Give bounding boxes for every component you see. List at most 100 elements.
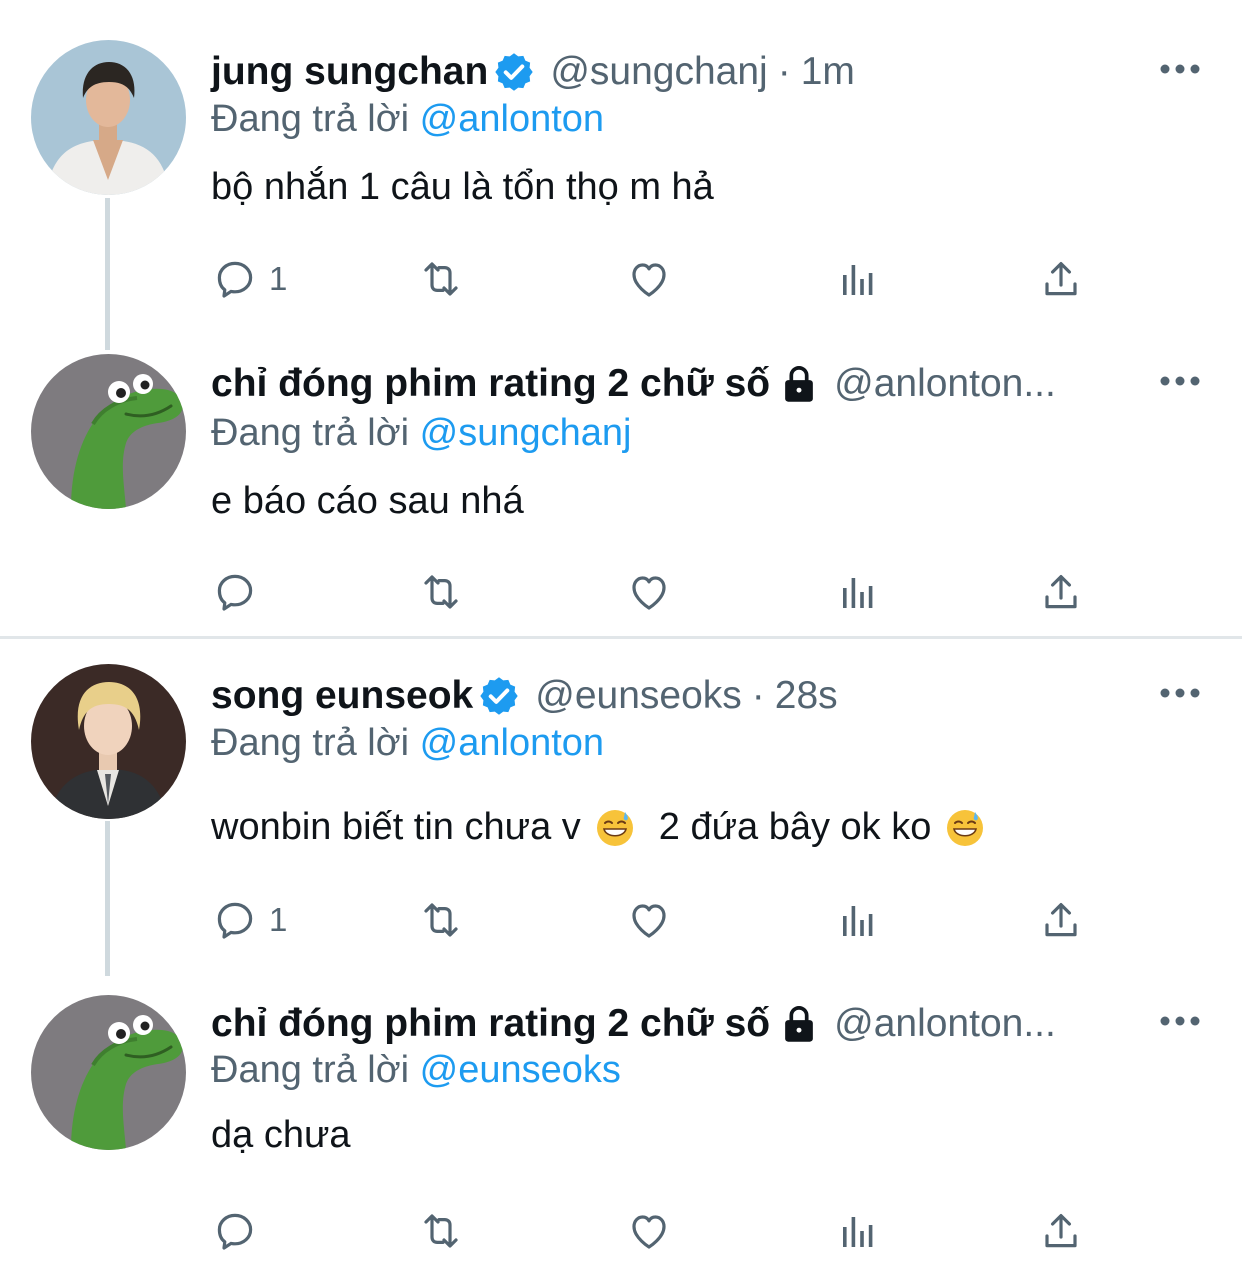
replying-prefix: Đang trả lời	[211, 98, 410, 140]
like-icon	[625, 896, 673, 944]
tweet[interactable]: jung sungchan @sungchanj · 1m Đang trả l…	[0, 0, 1242, 336]
reply-icon	[211, 568, 259, 616]
reply-icon	[211, 1207, 259, 1255]
timestamp[interactable]: 28s	[775, 674, 838, 718]
like-button[interactable]	[625, 895, 673, 945]
tweet[interactable]: chỉ đóng phim rating 2 chữ số @anlonton.…	[0, 976, 1242, 1281]
handle[interactable]: @sungchanj	[550, 50, 767, 94]
retweet-button[interactable]	[417, 895, 465, 945]
display-name[interactable]: chỉ đóng phim rating 2 chữ số	[211, 1002, 770, 1046]
avatar-image	[31, 995, 186, 1150]
verified-badge-icon	[492, 50, 536, 94]
like-button[interactable]	[625, 567, 673, 617]
tweet-text-part: wonbin biết tin chưa v	[211, 806, 581, 848]
reply-button[interactable]: 1	[211, 254, 287, 304]
grinning-sweat-emoji-icon	[595, 808, 635, 848]
tweet-text: dạ chưa	[211, 1114, 351, 1156]
like-button[interactable]	[625, 254, 673, 304]
like-icon	[625, 568, 673, 616]
views-icon	[833, 568, 881, 616]
handle[interactable]: @anlonton...	[834, 1002, 1074, 1046]
views-button[interactable]	[833, 567, 881, 617]
avatar[interactable]	[31, 354, 186, 509]
verified-badge-icon	[477, 674, 521, 718]
separator: ·	[751, 674, 765, 717]
reply-icon	[211, 896, 259, 944]
action-bar: 1	[211, 895, 1111, 945]
retweet-button[interactable]	[417, 254, 465, 304]
mention-link[interactable]: @sungchanj	[420, 412, 632, 454]
mention-link[interactable]: @eunseoks	[420, 1049, 621, 1091]
avatar-image	[31, 664, 186, 819]
share-button[interactable]	[1037, 567, 1085, 617]
share-button[interactable]	[1037, 254, 1085, 304]
display-name[interactable]: chỉ đóng phim rating 2 chữ số	[211, 362, 770, 406]
thread-2: song eunseok @eunseoks · 28s Đang trả lờ…	[0, 639, 1242, 1281]
handle[interactable]: @eunseoks	[535, 674, 742, 718]
views-icon	[833, 1207, 881, 1255]
more-icon[interactable]	[1158, 686, 1202, 700]
lock-icon	[780, 1004, 818, 1044]
tweet-text: bộ nhắn 1 câu là tổn thọ m hả	[211, 166, 714, 208]
replying-to: Đang trả lời @sungchanj	[211, 412, 632, 455]
reply-icon	[211, 255, 259, 303]
tweet-header: chỉ đóng phim rating 2 chữ số @anlonton.…	[211, 359, 1074, 409]
reply-count: 1	[269, 260, 288, 297]
like-button[interactable]	[625, 1206, 673, 1256]
retweet-icon	[417, 1207, 465, 1255]
action-bar	[211, 567, 1111, 617]
share-icon	[1037, 896, 1085, 944]
replying-to: Đang trả lời @eunseoks	[211, 1049, 621, 1092]
avatar[interactable]	[31, 995, 186, 1150]
display-name[interactable]: song eunseok	[211, 674, 473, 718]
avatar-image	[31, 40, 186, 195]
tweet-text: e báo cáo sau nhá	[211, 480, 524, 522]
grinning-sweat-emoji-icon	[945, 808, 985, 848]
handle[interactable]: @anlonton...	[834, 362, 1074, 406]
action-bar	[211, 1206, 1111, 1256]
retweet-button[interactable]	[417, 567, 465, 617]
tweet-header: song eunseok @eunseoks · 28s	[211, 671, 838, 721]
reply-count: 1	[269, 901, 288, 938]
retweet-icon	[417, 568, 465, 616]
more-icon[interactable]	[1158, 62, 1202, 76]
more-icon[interactable]	[1158, 1014, 1202, 1028]
reply-button[interactable]	[211, 1206, 259, 1256]
lock-icon	[780, 364, 818, 404]
share-icon	[1037, 1207, 1085, 1255]
replying-to: Đang trả lời @anlonton	[211, 722, 604, 765]
reply-button[interactable]	[211, 567, 259, 617]
like-icon	[625, 1207, 673, 1255]
thread-1: jung sungchan @sungchanj · 1m Đang trả l…	[0, 0, 1242, 636]
retweet-icon	[417, 255, 465, 303]
share-icon	[1037, 255, 1085, 303]
tweet-header: jung sungchan @sungchanj · 1m	[211, 47, 855, 97]
mention-link[interactable]: @anlonton	[420, 98, 604, 140]
reply-button[interactable]: 1	[211, 895, 287, 945]
tweet[interactable]: chỉ đóng phim rating 2 chữ số @anlonton.…	[0, 336, 1242, 636]
mention-link[interactable]: @anlonton	[420, 722, 604, 764]
views-button[interactable]	[833, 895, 881, 945]
avatar[interactable]	[31, 40, 186, 195]
tweet-text-part: 2 đứa bây ok ko	[658, 806, 932, 848]
separator: ·	[777, 50, 791, 93]
share-icon	[1037, 568, 1085, 616]
tweet-header: chỉ đóng phim rating 2 chữ số @anlonton.…	[211, 999, 1074, 1049]
retweet-button[interactable]	[417, 1206, 465, 1256]
views-button[interactable]	[833, 254, 881, 304]
retweet-icon	[417, 896, 465, 944]
replying-prefix: Đang trả lời	[211, 1049, 410, 1091]
avatar-image	[31, 354, 186, 509]
views-button[interactable]	[833, 1206, 881, 1256]
replying-prefix: Đang trả lời	[211, 722, 410, 764]
tweet[interactable]: song eunseok @eunseoks · 28s Đang trả lờ…	[0, 639, 1242, 976]
views-icon	[833, 896, 881, 944]
more-icon[interactable]	[1158, 374, 1202, 388]
share-button[interactable]	[1037, 1206, 1085, 1256]
display-name[interactable]: jung sungchan	[211, 50, 488, 94]
avatar[interactable]	[31, 664, 186, 819]
tweet-text: wonbin biết tin chưa v 2 đứa bây ok ko	[211, 806, 989, 849]
share-button[interactable]	[1037, 895, 1085, 945]
timestamp[interactable]: 1m	[801, 50, 855, 94]
like-icon	[625, 255, 673, 303]
